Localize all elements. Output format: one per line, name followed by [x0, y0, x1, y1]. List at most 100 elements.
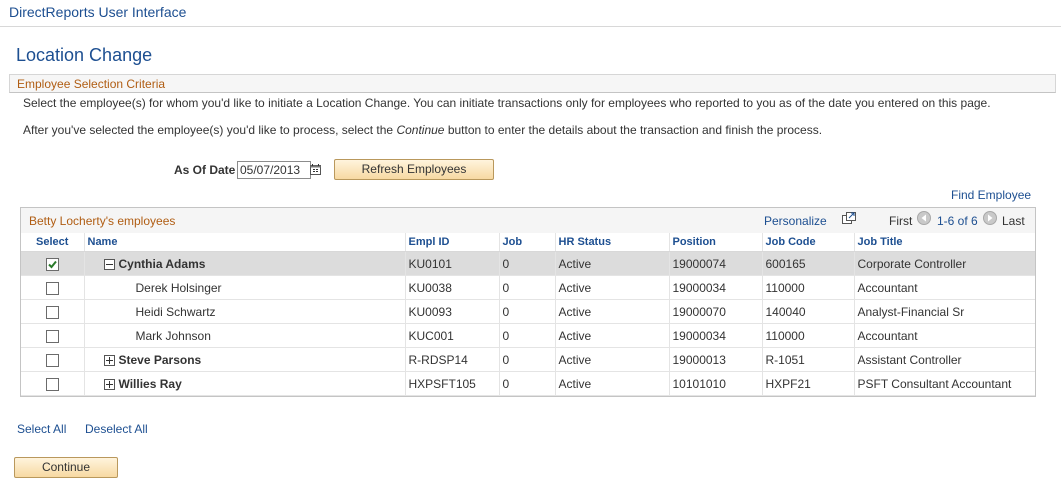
- column-header-position[interactable]: Position: [668, 233, 762, 252]
- expand-icon[interactable]: [103, 354, 115, 366]
- job-cell: 0: [498, 347, 555, 372]
- instruction-text-end: button to enter the details about the tr…: [444, 123, 823, 137]
- hr-status-cell: Active: [554, 275, 669, 300]
- instruction-emphasis: Continue: [396, 123, 445, 137]
- find-employee-link[interactable]: Find Employee: [951, 188, 1031, 202]
- empl-id-cell: KU0101: [404, 251, 499, 276]
- refresh-employees-button[interactable]: Refresh Employees: [334, 159, 494, 180]
- row-select-checkbox[interactable]: [45, 305, 59, 319]
- employee-name: Derek Holsinger: [135, 280, 222, 295]
- hr-status-cell: Active: [554, 371, 669, 396]
- column-header-empl-id[interactable]: Empl ID: [404, 233, 499, 252]
- column-header-job-code[interactable]: Job Code: [761, 233, 854, 252]
- select-cell: [21, 347, 84, 372]
- job-cell: 0: [498, 275, 555, 300]
- as-of-date-input[interactable]: [237, 161, 311, 179]
- job-title-cell: PSFT Consultant Accountant: [853, 371, 1035, 396]
- name-cell: Willies Ray: [83, 371, 405, 396]
- row-select-checkbox[interactable]: [45, 329, 59, 343]
- zoom-icon[interactable]: [842, 212, 856, 224]
- job-code-cell: 110000: [761, 323, 854, 348]
- select-cell: [21, 251, 84, 276]
- calendar-icon[interactable]: [310, 164, 321, 175]
- next-row-icon: [983, 211, 997, 225]
- personalize-link[interactable]: Personalize: [764, 214, 827, 228]
- previous-row-icon: [917, 211, 931, 225]
- row-select-checkbox[interactable]: [45, 257, 59, 271]
- name-cell: Heidi Schwartz: [83, 299, 405, 324]
- name-cell: Derek Holsinger: [83, 275, 405, 300]
- hr-status-cell: Active: [554, 299, 669, 324]
- position-cell: 19000034: [668, 275, 762, 300]
- job-code-cell: 140040: [761, 299, 854, 324]
- hr-status-cell: Active: [554, 323, 669, 348]
- job-cell: 0: [498, 251, 555, 276]
- table-row: Steve Parsons R-RDSP14 0 Active 19000013 R-10…: [21, 347, 1035, 372]
- column-header-job[interactable]: Job: [498, 233, 555, 252]
- employees-grid: Betty Locherty's employees Personalize F…: [20, 207, 1036, 397]
- job-title-cell: Accountant: [853, 323, 1035, 348]
- table-row: Willies Ray HXPSFT105 0 Active 10101010 HXPF2…: [21, 371, 1035, 396]
- empl-id-cell: HXPSFT105: [404, 371, 499, 396]
- row-select-checkbox[interactable]: [45, 353, 59, 367]
- hr-status-cell: Active: [554, 347, 669, 372]
- position-cell: 19000070: [668, 299, 762, 324]
- position-cell: 10101010: [668, 371, 762, 396]
- table-row: Mark Johnson KUC001 0 Active 19000034 110000 A…: [21, 323, 1035, 348]
- position-cell: 19000013: [668, 347, 762, 372]
- column-header-select: Select: [21, 233, 84, 252]
- section-title: Employee Selection Criteria: [17, 77, 166, 91]
- select-cell: [21, 275, 84, 300]
- deselect-all-link[interactable]: Deselect All: [85, 422, 148, 436]
- instruction-line-1: Select the employee(s) for whom you'd li…: [23, 96, 991, 110]
- position-cell: 19000074: [668, 251, 762, 276]
- name-cell: Cynthia Adams: [83, 251, 405, 276]
- empl-id-cell: KU0093: [404, 299, 499, 324]
- position-cell: 19000034: [668, 323, 762, 348]
- table-row: Derek Holsinger KU0038 0 Active 19000034 1100…: [21, 275, 1035, 300]
- empl-id-cell: KU0038: [404, 275, 499, 300]
- column-header-name[interactable]: Name: [83, 233, 405, 252]
- select-cell: [21, 299, 84, 324]
- row-count: 1-6 of 6: [937, 214, 978, 228]
- job-cell: 0: [498, 371, 555, 396]
- nav-last-label: Last: [1002, 214, 1025, 228]
- app-title: DirectReports User Interface: [9, 4, 187, 20]
- column-header-job-title[interactable]: Job Title: [853, 233, 1035, 252]
- table-header-row: Select Name Empl ID Job HR Status Positi…: [21, 233, 1035, 252]
- employees-table: Select Name Empl ID Job HR Status Positi…: [21, 233, 1035, 396]
- page-title: Location Change: [16, 45, 153, 65]
- nav-first-label: First: [889, 214, 913, 228]
- expand-icon[interactable]: [103, 378, 115, 390]
- job-cell: 0: [498, 299, 555, 324]
- continue-button[interactable]: Continue: [14, 457, 118, 478]
- row-select-checkbox[interactable]: [45, 377, 59, 391]
- employee-name: Steve Parsons: [118, 352, 202, 367]
- employee-name: Mark Johnson: [135, 328, 211, 343]
- app-header: DirectReports User Interface: [0, 0, 1061, 27]
- table-row: Cynthia Adams KU0101 0 Active 19000074 600165…: [21, 251, 1035, 276]
- job-title-cell: Assistant Controller: [853, 347, 1035, 372]
- select-cell: [21, 323, 84, 348]
- row-select-checkbox[interactable]: [45, 281, 59, 295]
- job-cell: 0: [498, 323, 555, 348]
- table-row: Heidi Schwartz KU0093 0 Active 19000070 14004…: [21, 299, 1035, 324]
- name-cell: Steve Parsons: [83, 347, 405, 372]
- section-header: Employee Selection Criteria: [9, 74, 1056, 93]
- hr-status-cell: Active: [554, 251, 669, 276]
- collapse-icon[interactable]: [103, 258, 115, 270]
- grid-header: Betty Locherty's employees Personalize F…: [21, 208, 1035, 234]
- employee-name: Heidi Schwartz: [135, 304, 216, 319]
- instruction-line-2: After you've selected the employee(s) yo…: [23, 123, 822, 137]
- employee-name: Cynthia Adams: [118, 256, 206, 271]
- select-all-link[interactable]: Select All: [17, 422, 66, 436]
- employee-name: Willies Ray: [118, 376, 182, 391]
- as-of-date-label: As Of Date: [174, 163, 236, 177]
- job-code-cell: R-1051: [761, 347, 854, 372]
- empl-id-cell: R-RDSP14: [404, 347, 499, 372]
- column-header-hr-status[interactable]: HR Status: [554, 233, 669, 252]
- job-title-cell: Corporate Controller: [853, 251, 1035, 276]
- job-title-cell: Analyst-Financial Sr: [853, 299, 1035, 324]
- job-code-cell: 110000: [761, 275, 854, 300]
- select-cell: [21, 371, 84, 396]
